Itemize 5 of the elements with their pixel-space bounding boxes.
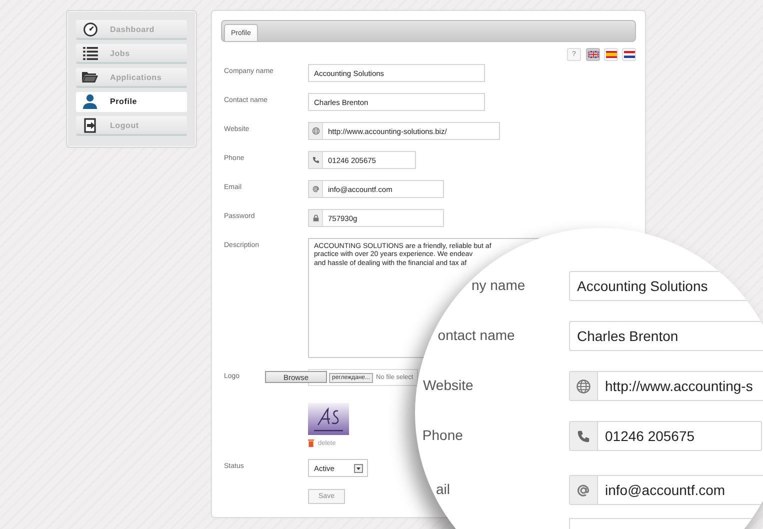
field-label: ail xyxy=(436,481,450,497)
field-label: ontact name xyxy=(438,327,515,343)
field-label: Website xyxy=(422,377,474,393)
field-label: ny name xyxy=(471,277,526,293)
field-label: Phone xyxy=(422,427,463,443)
